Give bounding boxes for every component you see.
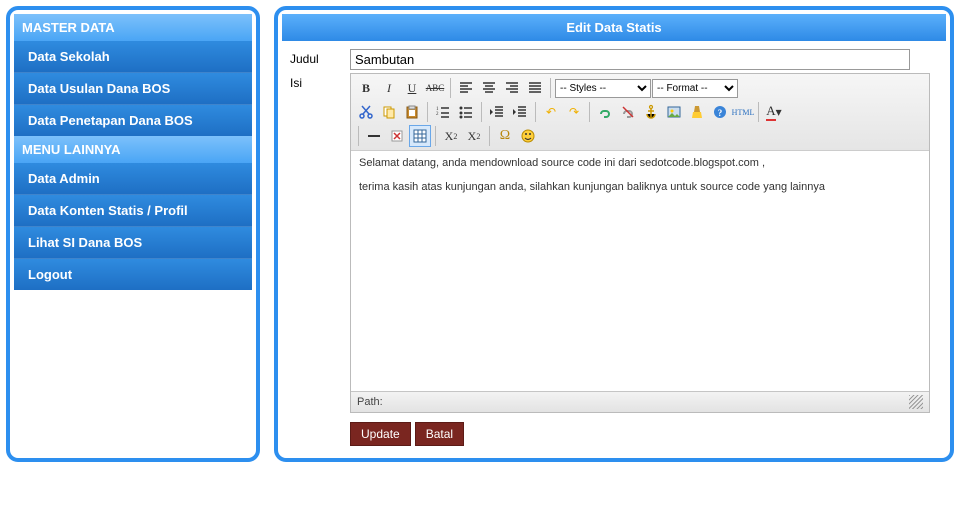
rich-text-editor: B I U ABC -- Styles -- [350,73,930,413]
charmap-button[interactable]: Ω [494,125,516,147]
path-label: Path: [357,396,383,408]
subscript-button[interactable]: X2 [440,125,462,147]
separator-icon [481,102,482,122]
sidebar-item-data-usulan-dana-bos[interactable]: Data Usulan Dana BOS [14,72,252,104]
sidebar-item-lihat-si-dana-bos[interactable]: Lihat SI Dana BOS [14,226,252,258]
redo-button[interactable]: ↷ [563,101,585,123]
forecolor-button[interactable]: A▾ [763,101,785,123]
align-justify-button[interactable] [524,77,546,99]
anchor-button[interactable] [640,101,662,123]
resize-grip-icon[interactable] [909,395,923,409]
undo-button[interactable]: ↶ [540,101,562,123]
html-button[interactable]: HTML [732,101,754,123]
superscript-button[interactable]: X2 [463,125,485,147]
link-button[interactable] [594,101,616,123]
separator-icon [758,102,759,122]
cleanup-button[interactable] [686,101,708,123]
batal-button[interactable]: Batal [415,422,464,446]
italic-button[interactable]: I [378,77,400,99]
underline-button[interactable]: U [401,77,423,99]
separator-icon [358,126,359,146]
editor-paragraph: terima kasih atas kunjungan anda, silahk… [359,181,921,193]
sidebar-header-master: MASTER DATA [14,14,252,41]
image-button[interactable] [663,101,685,123]
hr-button[interactable] [363,125,385,147]
align-right-button[interactable] [501,77,523,99]
sidebar-item-data-konten-statis[interactable]: Data Konten Statis / Profil [14,194,252,226]
emoticon-button[interactable] [517,125,539,147]
main-panel: Edit Data Statis Judul Isi B I [274,6,954,462]
sidebar-item-data-sekolah[interactable]: Data Sekolah [14,41,252,72]
strikethrough-button[interactable]: ABC [424,77,446,99]
table-button[interactable] [409,125,431,147]
unlink-button[interactable] [617,101,639,123]
page-title: Edit Data Statis [282,14,946,41]
svg-text:2: 2 [436,112,439,117]
sidebar: MASTER DATA Data Sekolah Data Usulan Dan… [6,6,260,462]
editor-paragraph: Selamat datang, anda mendownload source … [359,157,921,169]
separator-icon [435,126,436,146]
format-select[interactable]: -- Format -- [652,79,738,98]
editor-body[interactable]: Selamat datang, anda mendownload source … [351,151,929,391]
cut-button[interactable] [355,101,377,123]
editor-toolbar: B I U ABC -- Styles -- [351,74,929,151]
outdent-button[interactable] [486,101,508,123]
update-button[interactable]: Update [350,422,411,446]
separator-icon [489,126,490,146]
sidebar-item-logout[interactable]: Logout [14,258,252,290]
sidebar-item-data-admin[interactable]: Data Admin [14,163,252,194]
svg-text:?: ? [718,108,723,118]
label-judul: Judul [290,49,350,70]
help-button[interactable]: ? [709,101,731,123]
styles-select[interactable]: -- Styles -- [555,79,651,98]
paste-button[interactable] [401,101,423,123]
separator-icon [535,102,536,122]
separator-icon [450,78,451,98]
unordered-list-button[interactable] [455,101,477,123]
remove-format-button[interactable] [386,125,408,147]
separator-icon [589,102,590,122]
sidebar-item-data-penetapan-dana-bos[interactable]: Data Penetapan Dana BOS [14,104,252,136]
align-center-button[interactable] [478,77,500,99]
judul-input[interactable] [350,49,910,70]
align-left-button[interactable] [455,77,477,99]
separator-icon [427,102,428,122]
indent-button[interactable] [509,101,531,123]
ordered-list-button[interactable]: 12 [432,101,454,123]
html-button-label: HTML [732,108,755,117]
copy-button[interactable] [378,101,400,123]
separator-icon [550,78,551,98]
bold-button[interactable]: B [355,77,377,99]
sidebar-header-menu: MENU LAINNYA [14,136,252,163]
label-isi: Isi [290,73,350,413]
